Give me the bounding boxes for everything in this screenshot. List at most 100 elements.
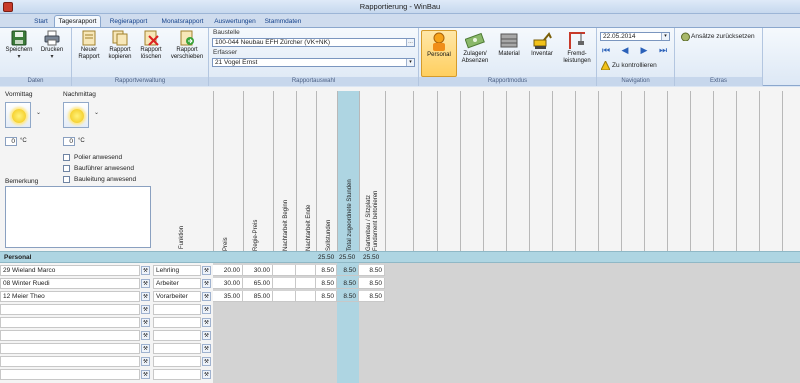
nacht-ende-cell[interactable] (296, 265, 316, 276)
rapport-kopieren-button[interactable]: Rapport kopieren (105, 30, 135, 61)
first-day-icon[interactable]: ⏮ (602, 45, 610, 55)
funktion-wrench-icon[interactable]: ⚒ (202, 305, 211, 314)
polier-checkbox[interactable] (63, 154, 70, 161)
nachmittag-weather-picker[interactable] (63, 102, 89, 128)
vormittag-temperature-input[interactable]: 0 (5, 137, 17, 146)
funktion-cell[interactable] (153, 317, 201, 328)
nacht-beginn-cell[interactable] (273, 278, 296, 289)
mode-fremdleistungen-label-2: leistungen (563, 58, 591, 64)
funktion-wrench-icon[interactable]: ⚒ (202, 266, 211, 275)
employee-name[interactable] (0, 356, 140, 367)
date-dropdown-icon[interactable]: ▾ (661, 33, 669, 40)
neuer-rapport-button[interactable]: Neuer Rapport (74, 30, 104, 61)
mode-personal-button[interactable]: Personal (421, 30, 457, 77)
erfasser-dropdown-icon[interactable]: ▾ (406, 59, 414, 66)
vormittag-dropdown-icon[interactable]: ⌄ (36, 109, 41, 116)
funktion-cell[interactable] (153, 356, 201, 367)
tab-auswertungen[interactable]: Auswertungen (211, 15, 259, 27)
employee-wrench-icon[interactable]: ⚒ (141, 357, 150, 366)
funktion-wrench-icon[interactable]: ⚒ (202, 318, 211, 327)
nacht-beginn-cell[interactable] (273, 291, 296, 302)
funktion-cell[interactable]: Arbeiter (153, 278, 201, 289)
tab-stammdaten[interactable]: Stammdaten (261, 15, 305, 27)
employee-name[interactable] (0, 369, 140, 380)
employee-name[interactable] (0, 317, 140, 328)
speichern-button[interactable]: Speichern ▾ (4, 30, 34, 60)
employee-name[interactable] (0, 330, 140, 341)
tab-start[interactable]: Start (30, 15, 52, 27)
soll-cell[interactable]: 8.50 (316, 278, 337, 289)
nacht-beginn-cell[interactable] (273, 265, 296, 276)
employee-wrench-icon[interactable]: ⚒ (141, 344, 150, 353)
funktion-cell[interactable] (153, 343, 201, 354)
column-empty-12 (644, 91, 645, 251)
drucken-button[interactable]: Drucken ▾ (37, 30, 67, 60)
soll-cell[interactable]: 8.50 (316, 265, 337, 276)
next-day-icon[interactable]: ▶ (640, 45, 648, 55)
funktion-wrench-icon[interactable]: ⚒ (202, 344, 211, 353)
employee-name[interactable] (0, 304, 140, 315)
date-picker[interactable]: 22.05.2014 ▾ (600, 32, 670, 41)
regie-preis-cell[interactable]: 30.00 (243, 265, 273, 276)
vormittag-weather-picker[interactable] (5, 102, 31, 128)
employee-name[interactable]: 29 Wieland Marco (0, 265, 140, 276)
bemerkung-textarea[interactable] (5, 186, 151, 248)
soll-cell[interactable]: 8.50 (316, 291, 337, 302)
column-empty-5 (483, 91, 484, 251)
funktion-cell[interactable]: Lehrling (153, 265, 201, 276)
funktion-cell[interactable] (153, 330, 201, 341)
gartenbau-cell[interactable]: 8.50 (359, 278, 385, 289)
funktion-cell[interactable] (153, 304, 201, 315)
funktion-wrench-icon[interactable]: ⚒ (202, 279, 211, 288)
employee-name[interactable]: 12 Meier Theo (0, 291, 140, 302)
regie-preis-cell[interactable]: 65.00 (243, 278, 273, 289)
nacht-ende-cell[interactable] (296, 278, 316, 289)
zu-kontrollieren-button[interactable]: Zu kontrollieren (601, 61, 673, 71)
funktion-cell[interactable] (153, 369, 201, 380)
mode-inventar-button[interactable]: Inventar (526, 30, 558, 58)
regie-preis-cell[interactable]: 85.00 (243, 291, 273, 302)
last-day-icon[interactable]: ⏭ (659, 45, 667, 55)
baustelle-field[interactable]: 100-044 Neubau EFH Zürcher (VK+NK) … (212, 38, 415, 47)
tab-monatsrapport[interactable]: Monatsrapport (156, 15, 209, 27)
funktion-wrench-icon[interactable]: ⚒ (202, 357, 211, 366)
employee-wrench-icon[interactable]: ⚒ (141, 318, 150, 327)
preis-cell[interactable]: 35.00 (213, 291, 243, 302)
mode-fremdleistungen-button[interactable]: Fremd- leistungen (559, 30, 595, 65)
bauführer-checkbox[interactable] (63, 165, 70, 172)
funktion-wrench-icon[interactable]: ⚒ (202, 370, 211, 379)
employee-name[interactable] (0, 343, 140, 354)
preis-cell[interactable]: 30.00 (213, 278, 243, 289)
employee-wrench-icon[interactable]: ⚒ (141, 370, 150, 379)
preis-cell[interactable]: 20.00 (213, 265, 243, 276)
rapport-loeschen-button[interactable]: Rapport löschen (136, 30, 166, 61)
employee-wrench-icon[interactable]: ⚒ (141, 266, 150, 275)
employee-name[interactable]: 08 Winter Ruedi (0, 278, 140, 289)
funktion-cell[interactable]: Vorarbeiter (153, 291, 201, 302)
baustelle-value: 100-044 Neubau EFH Zürcher (VK+NK) (215, 39, 331, 46)
gartenbau-cell[interactable]: 8.50 (359, 265, 385, 276)
nachmittag-temperature-input[interactable]: 0 (63, 137, 75, 146)
bemerkung-label: Bemerkung (5, 178, 39, 185)
employee-wrench-icon[interactable]: ⚒ (141, 279, 150, 288)
funktion-wrench-icon[interactable]: ⚒ (202, 331, 211, 340)
nachmittag-dropdown-icon[interactable]: ⌄ (94, 109, 99, 116)
employee-wrench-icon[interactable]: ⚒ (141, 305, 150, 314)
mode-material-button[interactable]: Material (493, 30, 525, 58)
prev-day-icon[interactable]: ◀ (621, 45, 629, 55)
bauleitung-checkbox[interactable] (63, 176, 70, 183)
column-preis-header: Preis (213, 91, 229, 251)
gartenbau-cell[interactable]: 8.50 (359, 291, 385, 302)
ansaetze-zuruecksetzen-button[interactable]: Ansätze zurücksetzen (681, 32, 763, 42)
nacht-ende-cell[interactable] (296, 291, 316, 302)
group-label-extras: Extras (675, 77, 762, 86)
tab-regierapport[interactable]: Regierapport (105, 15, 152, 27)
baustelle-browse-button[interactable]: … (406, 39, 414, 46)
column-empty-2 (413, 91, 414, 251)
employee-wrench-icon[interactable]: ⚒ (141, 292, 150, 301)
funktion-wrench-icon[interactable]: ⚒ (202, 292, 211, 301)
total-stunden-header: Total zugeordnete Stunden (347, 179, 353, 251)
mode-zulagen-button[interactable]: Zulagen/ Absenzen (458, 30, 492, 65)
tab-tagesrapport[interactable]: Tagesrapport (54, 15, 101, 27)
employee-wrench-icon[interactable]: ⚒ (141, 331, 150, 340)
